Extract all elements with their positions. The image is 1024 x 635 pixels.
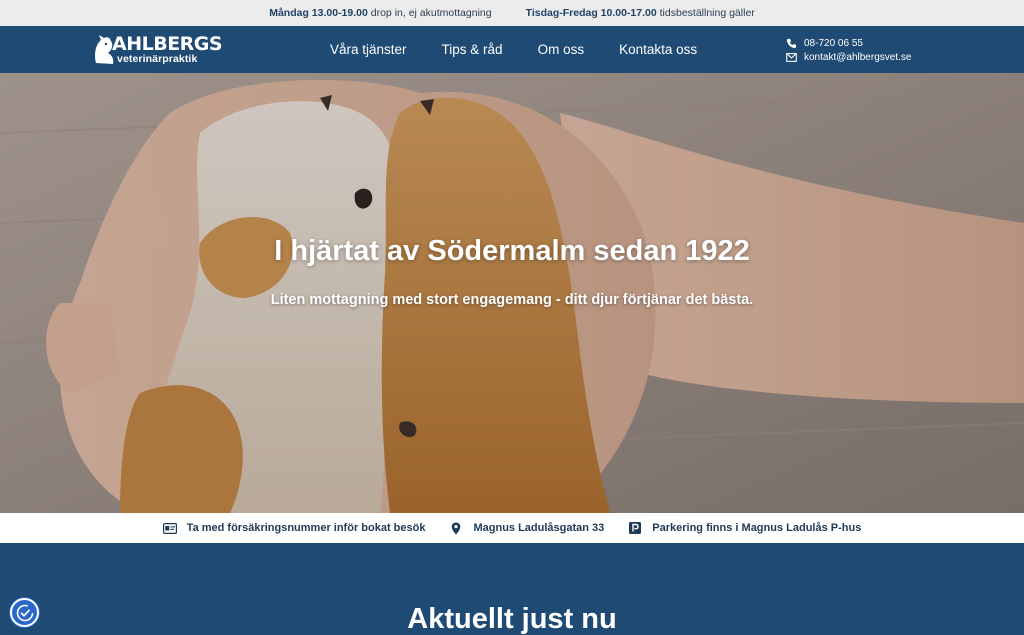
news-section-title: Aktuellt just nu	[407, 603, 617, 635]
nav-link-about[interactable]: Om oss	[538, 42, 585, 57]
weekday-hours: Tisdag-Fredag 10.00-17.00 tidsbeställnin…	[525, 7, 755, 19]
insurance-info: Ta med försäkringsnummer inför bokat bes…	[162, 521, 426, 535]
email-address: kontakt@ahlbergsvet.se	[804, 51, 912, 63]
site-logo[interactable]: AHLBERGS veterinärpraktik	[92, 31, 223, 69]
hero-subtitle: Liten mottagning med stort engagemang - …	[270, 292, 754, 308]
opening-hours-bar: Måndag 13.00-19.00 drop in, ej akutmotta…	[0, 0, 1024, 26]
logo-subtitle: veterinärpraktik	[117, 53, 198, 65]
nav-link-contact[interactable]: Kontakta oss	[619, 42, 697, 57]
envelope-icon	[786, 52, 797, 63]
address-info[interactable]: Magnus Ladulåsgatan 33	[449, 521, 604, 535]
phone-link[interactable]: 08-720 06 55	[786, 36, 911, 50]
main-menu: Våra tjänster Tips & råd Om oss Kontakta…	[330, 26, 732, 73]
insurance-text: Ta med försäkringsnummer inför bokat bes…	[186, 522, 426, 534]
monday-hours: Måndag 13.00-19.00 drop in, ej akutmotta…	[269, 7, 492, 19]
address-text: Magnus Ladulåsgatan 33	[473, 522, 605, 534]
main-navigation: AHLBERGS veterinärpraktik Våra tjänster …	[0, 26, 1024, 73]
parking-icon	[628, 521, 642, 535]
nav-link-services[interactable]: Våra tjänster	[330, 42, 407, 57]
header-contact: 08-720 06 55 kontakt@ahlbergsvet.se	[786, 36, 911, 64]
accessibility-button[interactable]	[10, 598, 39, 627]
email-link[interactable]: kontakt@ahlbergsvet.se	[786, 50, 911, 64]
hero-banner: I hjärtat av Södermalm sedan 1922 Liten …	[0, 73, 1024, 513]
logo-brand: AHLBERGS	[112, 33, 223, 55]
phone-number: 08-720 06 55	[804, 37, 863, 49]
id-card-icon	[162, 521, 177, 535]
news-section: Aktuellt just nu	[0, 543, 1024, 635]
map-pin-icon	[449, 521, 463, 535]
accessibility-check-icon	[16, 604, 33, 621]
hero-title: I hjärtat av Södermalm sedan 1922	[274, 235, 750, 267]
parking-text: Parkering finns i Magnus Ladulås P-hus	[652, 522, 862, 534]
phone-icon	[786, 38, 797, 49]
info-strip: Ta med försäkringsnummer inför bokat bes…	[0, 513, 1024, 543]
nav-link-tips[interactable]: Tips & råd	[442, 42, 503, 57]
parking-info: Parkering finns i Magnus Ladulås P-hus	[628, 521, 861, 535]
